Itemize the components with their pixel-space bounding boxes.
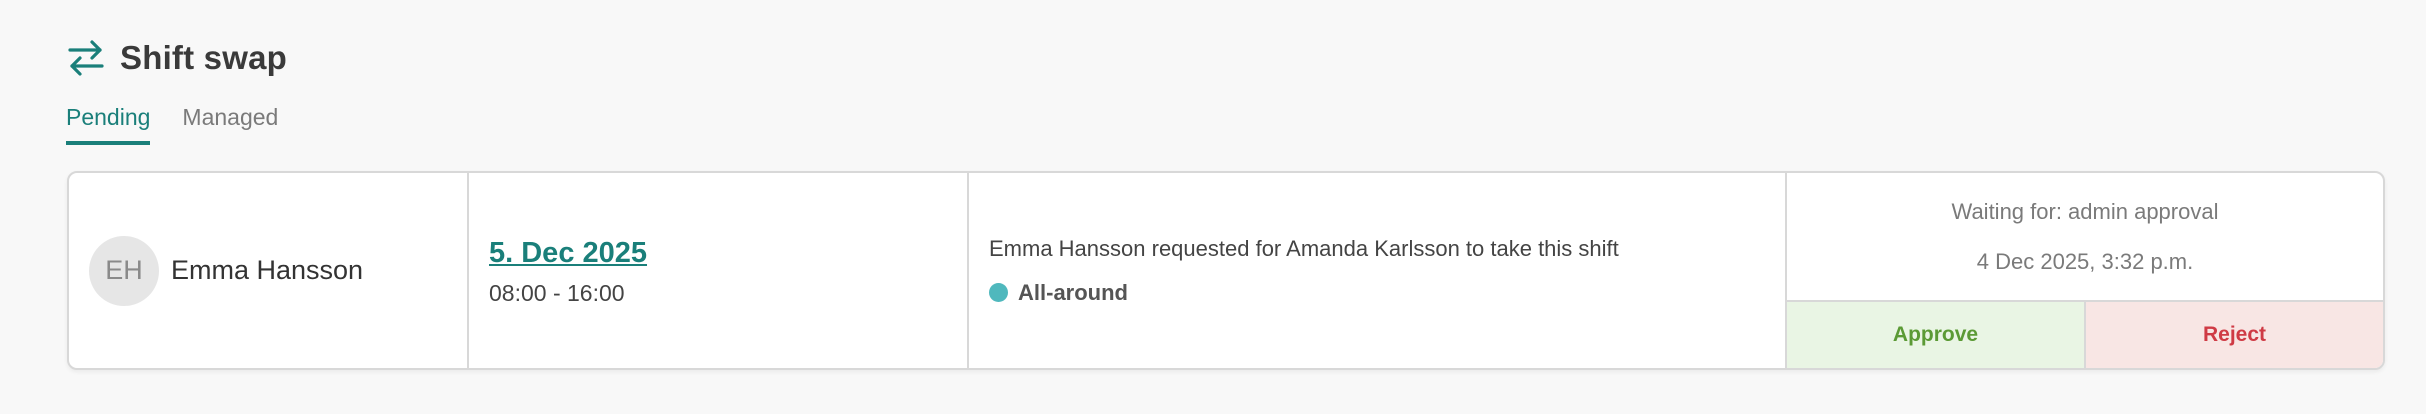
shift-time: 08:00 - 16:00 [489, 279, 625, 306]
shift-cell: 5. Dec 2025 08:00 - 16:00 [469, 173, 969, 368]
status-info: Waiting for: admin approval 4 Dec 2025, … [1787, 173, 2383, 302]
swap-arrows-icon [66, 38, 106, 78]
description-cell: Emma Hansson requested for Amanda Karlss… [969, 173, 1787, 368]
tab-managed[interactable]: Managed [182, 104, 278, 145]
status-cell: Waiting for: admin approval 4 Dec 2025, … [1787, 173, 2383, 368]
skill-dot-icon [989, 283, 1008, 302]
reject-button[interactable]: Reject [2086, 302, 2383, 368]
tab-pending[interactable]: Pending [66, 104, 151, 145]
page-header: Shift swap [66, 38, 287, 78]
avatar: EH [89, 235, 159, 306]
action-buttons: Approve Reject [1787, 302, 2383, 368]
waiting-status: Waiting for: admin approval [1951, 198, 2219, 224]
request-timestamp: 4 Dec 2025, 3:32 p.m. [1976, 248, 2194, 274]
shift-date-link[interactable]: 5. Dec 2025 [489, 237, 647, 270]
skill-tag: All-around [989, 280, 1128, 306]
tab-bar: Pending Managed [66, 104, 310, 145]
skill-label: All-around [1018, 279, 1128, 305]
approve-button[interactable]: Approve [1787, 302, 2086, 368]
requester-name: Emma Hansson [171, 255, 364, 285]
page-title: Shift swap [120, 39, 288, 76]
requester-cell: EH Emma Hansson [69, 173, 469, 368]
request-description: Emma Hansson requested for Amanda Karlss… [989, 235, 1619, 261]
swap-request-card: EH Emma Hansson 5. Dec 2025 08:00 - 16:0… [67, 171, 2385, 370]
